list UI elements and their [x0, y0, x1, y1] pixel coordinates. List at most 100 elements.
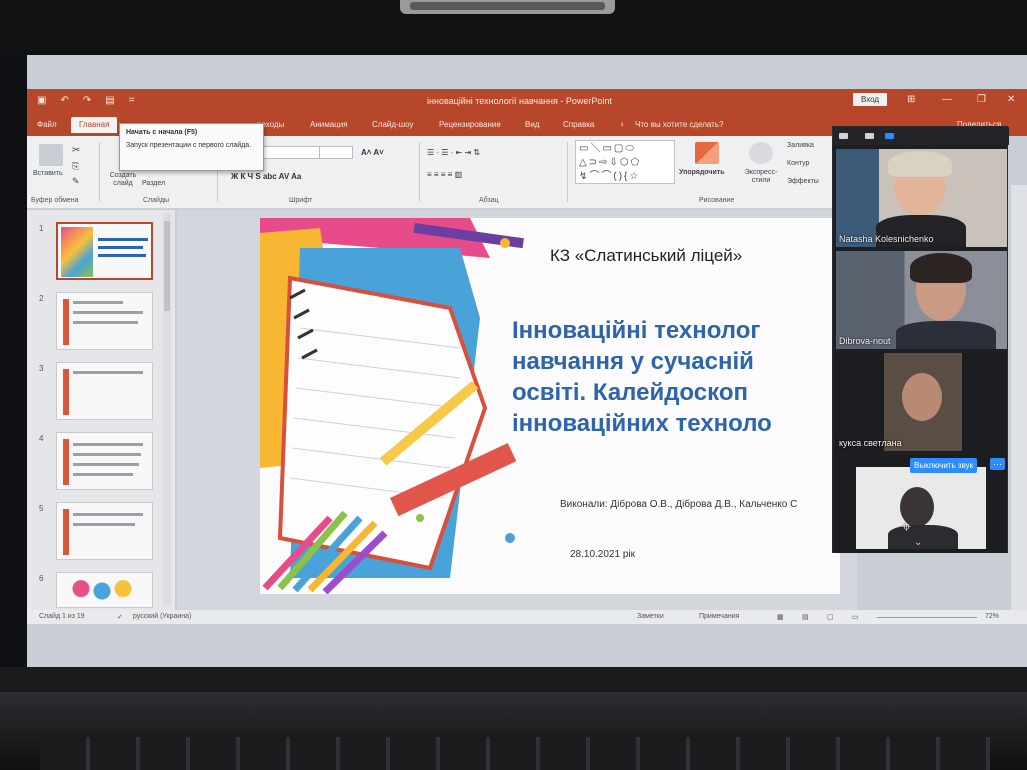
laptop-keyboard-deck [0, 667, 1027, 770]
thumb-picture [61, 227, 93, 277]
redo-icon[interactable]: ↷ [83, 95, 91, 106]
participant-tile[interactable]: Natasha Kolesnichenko [836, 149, 1007, 247]
editor-scrollbar[interactable] [1011, 185, 1027, 610]
thumb-line [73, 321, 138, 324]
thumb-bar [63, 509, 69, 555]
paste-icon[interactable] [39, 144, 63, 166]
minimize-panel-icon[interactable] [839, 133, 848, 139]
close-icon[interactable]: ✕ [1007, 94, 1015, 105]
spellcheck-icon[interactable]: ✓ [117, 613, 123, 621]
arrange-icon[interactable] [695, 142, 719, 164]
webcam-bar [400, 0, 615, 14]
zoom-slider[interactable] [877, 617, 977, 618]
status-bar: Слайд 1 из 19 ✓ русский (Украина) Заметк… [27, 610, 1027, 624]
tab-animation[interactable]: Анимация [310, 120, 348, 129]
lightbulb-icon: ♀ [619, 120, 625, 129]
thumb-number: 1 [39, 224, 44, 233]
start-slideshow-icon[interactable]: ▤ [105, 95, 114, 106]
format-painter-icon[interactable]: ✎ [72, 176, 80, 187]
section-button[interactable]: Раздел [142, 180, 165, 188]
slide-thumbnail-6[interactable] [56, 572, 153, 608]
shape-effects-button[interactable]: Эффекты [787, 178, 819, 186]
slide-thumbnail-4[interactable] [56, 432, 153, 490]
more-options-button[interactable]: ··· [990, 458, 1005, 470]
sorter-view-icon[interactable]: ▤ [802, 613, 809, 621]
tab-view[interactable]: Вид [525, 120, 539, 129]
thumb-number: 3 [39, 364, 44, 373]
quick-styles-icon[interactable] [749, 142, 773, 164]
slide-thumbnail-3[interactable] [56, 362, 153, 420]
restore-icon[interactable]: ❐ [977, 94, 986, 105]
chevron-down-icon[interactable]: ⌄ [914, 537, 922, 548]
cut-icon[interactable]: ✂ [72, 145, 80, 157]
thumb-line [73, 301, 123, 304]
participant-hair [888, 151, 952, 177]
sign-in-button[interactable]: Вход [853, 93, 888, 106]
copy-icon[interactable]: ⎘ [72, 161, 79, 172]
group-font: Шрифт [289, 197, 313, 204]
arrange-button[interactable]: Упорядочить [679, 169, 725, 177]
thumb-number: 4 [39, 434, 44, 443]
thumb-line [98, 254, 146, 257]
list-buttons-icon[interactable]: ☰ · ☰ · ⇤ ⇥ ⇅ [427, 148, 480, 157]
normal-view-icon[interactable]: ▦ [777, 613, 784, 621]
speaker-view-icon[interactable] [865, 133, 874, 139]
quick-styles-button[interactable]: Экспресс-стили [737, 169, 785, 186]
thumb-bar [63, 299, 69, 345]
slideshow-view-icon[interactable]: ▭ [852, 613, 859, 621]
language-indicator[interactable]: русский (Украина) [133, 613, 191, 620]
zoom-level[interactable]: 72% [985, 613, 999, 620]
minimize-icon[interactable]: — [942, 94, 952, 105]
reading-view-icon[interactable]: ▢ [827, 613, 834, 621]
current-slide[interactable]: КЗ «Слатинський ліцей» Інноваційні техно… [260, 218, 840, 594]
ribbon-display-icon[interactable]: ⊞ [907, 94, 915, 105]
font-size-buttons[interactable]: A˄ A˅ [361, 148, 384, 157]
thumbnails-scrollbar[interactable] [163, 213, 171, 605]
font-format-buttons[interactable]: Ж К Ч S abc AV Aa [231, 172, 301, 181]
participant-tile[interactable]: кукса светлана [836, 353, 1007, 451]
align-buttons-icon[interactable]: ≡ ≡ ≡ ≡ ▥ [427, 170, 462, 179]
divider [419, 142, 420, 202]
thumb-line [73, 453, 141, 456]
thumb-line [73, 311, 143, 314]
customize-qat-icon[interactable]: = [129, 95, 135, 106]
thumb-line [73, 371, 143, 374]
tab-review[interactable]: Рецензирование [439, 120, 501, 129]
tooltip-body: Запуск презентации с первого слайда. [126, 142, 252, 149]
shape-outline-button[interactable]: Контур [787, 160, 809, 168]
slide-thumbnail-5[interactable] [56, 502, 153, 560]
tab-home[interactable]: Главная [71, 117, 118, 133]
mute-audio-button[interactable]: Выключить звук [910, 458, 978, 473]
participant-name: Dibrova-nout [839, 336, 891, 346]
undo-icon[interactable]: ↶ [60, 95, 68, 106]
thumb-line [73, 513, 143, 516]
tell-me-search[interactable]: Что вы хотите сделать? [635, 120, 723, 129]
slide-thumbnail-2[interactable] [56, 292, 153, 350]
quick-access-toolbar: ▣ ↶ ↷ ▤ = [37, 95, 135, 106]
thumb-line [73, 473, 133, 476]
notes-button[interactable]: Заметки [637, 613, 664, 620]
shape-fill-button[interactable]: Заливка [787, 142, 814, 150]
mouse-cursor-icon: ⌖ [902, 519, 912, 536]
gallery-view-icon[interactable] [885, 133, 894, 139]
tab-file[interactable]: Файл [37, 120, 57, 129]
laptop-screen: ▣ ↶ ↷ ▤ = інноваційні технології навчанн… [27, 55, 1027, 667]
shapes-gallery[interactable]: ▭＼▭▢⬭ △⊃⇨⇩⬡⬠ ↯⌒⌒(){☆ [575, 140, 675, 184]
photo-scene: ▣ ↶ ↷ ▤ = інноваційні технології навчанн… [0, 0, 1027, 770]
thumb-picture [67, 579, 137, 603]
participant-name: кукса светлана [839, 438, 902, 448]
new-slide-button[interactable]: Создать слайд [107, 172, 139, 189]
comments-button[interactable]: Примечания [699, 613, 739, 620]
tab-help[interactable]: Справка [563, 120, 594, 129]
paste-button[interactable]: Вставить [33, 170, 63, 178]
participant-tile[interactable]: Dibrova-nout [836, 251, 1007, 349]
font-size-combo[interactable] [319, 146, 353, 159]
scroll-thumb[interactable] [164, 221, 170, 311]
slide-thumbnail-1[interactable] [56, 222, 153, 280]
slide-date: 28.10.2021 рік [570, 549, 635, 560]
thumb-line [73, 523, 135, 526]
tab-slideshow[interactable]: Слайд-шоу [372, 120, 413, 129]
save-icon[interactable]: ▣ [37, 95, 46, 106]
slide-thumbnails-pane: 1 2 3 4 5 6 [27, 210, 175, 610]
slide-authors: Виконали: Діброва О.В., Діброва Д.В., Ка… [560, 499, 798, 510]
